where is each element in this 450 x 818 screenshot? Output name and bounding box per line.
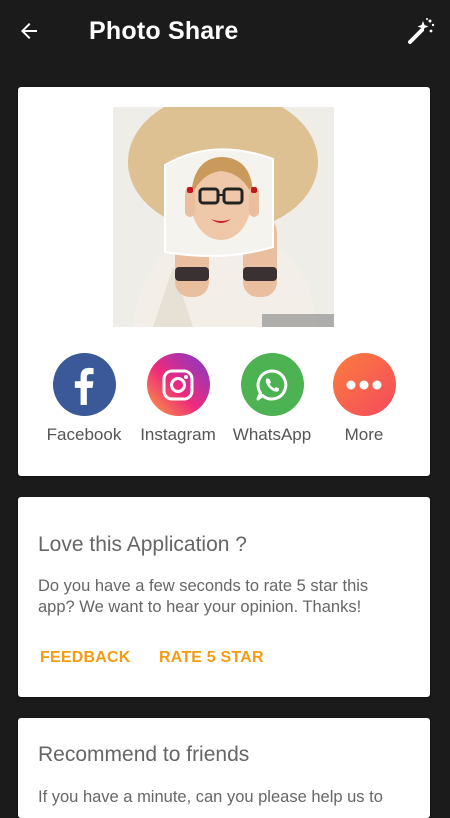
recommend-card-title: Recommend to friends bbox=[38, 743, 250, 766]
shared-photo bbox=[113, 107, 334, 327]
page-title: Photo Share bbox=[89, 17, 239, 45]
back-button[interactable] bbox=[12, 14, 46, 48]
rate-card-message: Do you have a few seconds to rate 5 star… bbox=[38, 577, 369, 616]
whatsapp-icon bbox=[240, 353, 304, 416]
magic-wand-icon bbox=[408, 18, 435, 44]
share-more-label: More bbox=[344, 425, 384, 444]
rate-5-star-button[interactable]: RATE 5 STAR bbox=[159, 649, 264, 667]
facebook-icon bbox=[52, 353, 116, 416]
share-facebook-button[interactable]: Facebook bbox=[36, 353, 132, 445]
share-options: Facebook Instagram WhatsApp More bbox=[18, 353, 430, 453]
share-instagram-button[interactable]: Instagram bbox=[130, 353, 226, 445]
share-more-button[interactable]: More bbox=[316, 353, 412, 445]
back-arrow-icon bbox=[21, 23, 37, 39]
app-bar: Photo Share bbox=[0, 0, 450, 64]
magic-wand-button[interactable] bbox=[404, 14, 438, 48]
recommend-card-message: If you have a minute, can you please hel… bbox=[38, 788, 383, 806]
share-card: Facebook Instagram WhatsApp More bbox=[18, 87, 430, 476]
rate-app-card: Love this Application ? Do you have a fe… bbox=[18, 497, 430, 697]
instagram-icon bbox=[146, 353, 210, 416]
share-whatsapp-button[interactable]: WhatsApp bbox=[224, 353, 320, 445]
feedback-button[interactable]: FEEDBACK bbox=[40, 649, 131, 667]
recommend-card: Recommend to friends If you have a minut… bbox=[18, 718, 430, 818]
rate-card-title: Love this Application ? bbox=[38, 533, 247, 556]
share-instagram-label: Instagram bbox=[140, 425, 216, 444]
more-icon bbox=[332, 353, 396, 416]
share-facebook-label: Facebook bbox=[46, 425, 122, 444]
photo-overlay-badge bbox=[262, 314, 334, 327]
share-whatsapp-label: WhatsApp bbox=[232, 425, 312, 444]
